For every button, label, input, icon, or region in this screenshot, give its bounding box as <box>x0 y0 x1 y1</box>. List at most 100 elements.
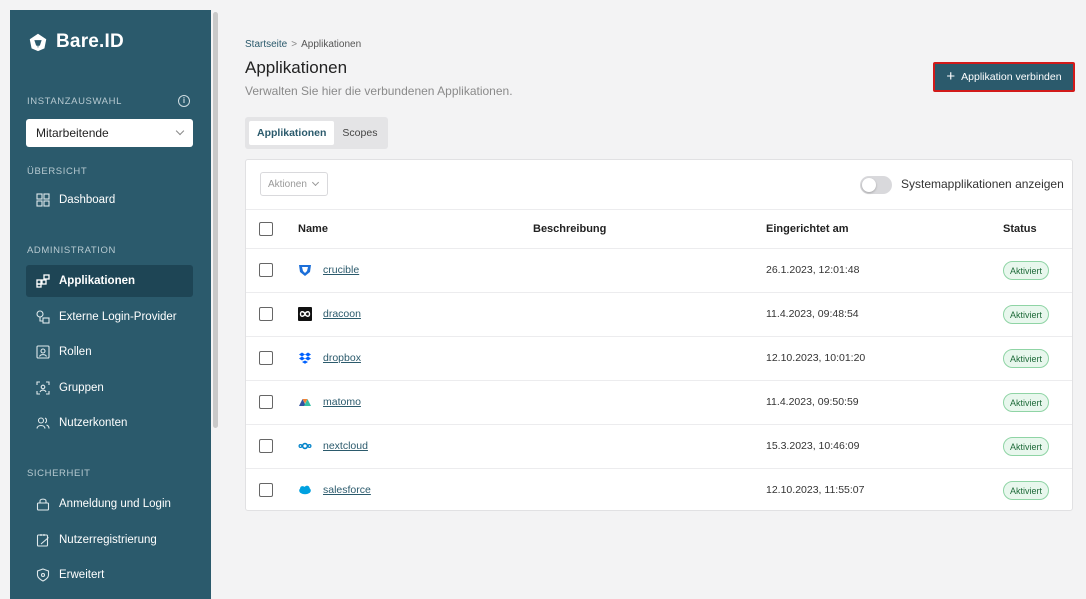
application-name-link[interactable]: matomo <box>323 396 361 408</box>
select-all-checkbox[interactable] <box>259 222 273 236</box>
tab-applications[interactable]: Applikationen <box>249 121 335 145</box>
bare-id-logo-icon <box>29 33 47 52</box>
sidebar-item-applications[interactable]: Applikationen <box>26 265 193 297</box>
section-label-administration: ADMINISTRATION <box>27 245 116 256</box>
column-header-created[interactable]: Eingerichtet am <box>766 223 849 235</box>
status-badge: Aktiviert <box>1003 261 1050 280</box>
plus-icon: + <box>946 68 956 85</box>
application-name-link[interactable]: crucible <box>323 264 359 276</box>
sidebar-item-groups[interactable]: Gruppen <box>26 372 193 404</box>
sidebar-item-roles[interactable]: Rollen <box>26 336 193 368</box>
row-checkbox[interactable] <box>259 439 273 453</box>
status-badge: Aktiviert <box>1003 305 1050 324</box>
chevron-down-icon <box>175 126 185 136</box>
row-checkbox[interactable] <box>259 395 273 409</box>
application-name-link[interactable]: dracoon <box>323 308 361 320</box>
key-icon <box>36 310 50 324</box>
column-header-name[interactable]: Name <box>298 223 328 235</box>
row-checkbox[interactable] <box>259 483 273 497</box>
sidebar-item-user-registration[interactable]: Nutzerregistrierung <box>26 524 193 556</box>
table-header: Name Beschreibung Eingerichtet am Status <box>246 209 1072 249</box>
tab-scopes[interactable]: Scopes <box>334 121 385 145</box>
dracoon-icon <box>298 307 312 321</box>
status-badge: Aktiviert <box>1003 437 1050 456</box>
breadcrumb: Startseite > Applikationen <box>245 39 361 50</box>
breadcrumb-home-link[interactable]: Startseite <box>245 39 287 50</box>
table-row[interactable]: crucible 26.1.2023, 12:01:48 Aktiviert <box>246 249 1072 293</box>
sidebar-scrollbar[interactable] <box>213 12 218 428</box>
sidebar-item-label: Nutzerkonten <box>59 417 128 429</box>
connect-application-label: Applikation verbinden <box>961 71 1062 83</box>
dashboard-icon <box>36 193 50 207</box>
application-name-link[interactable]: dropbox <box>323 352 361 364</box>
application-name-link[interactable]: nextcloud <box>323 440 368 452</box>
roles-icon <box>36 345 50 359</box>
dropbox-icon <box>298 351 312 365</box>
row-checkbox[interactable] <box>259 307 273 321</box>
chevron-down-icon <box>311 178 319 187</box>
breadcrumb-current: Applikationen <box>301 39 362 50</box>
sidebar-item-label: Rollen <box>59 346 92 358</box>
application-created-date: 15.3.2023, 10:46:09 <box>766 440 860 452</box>
sidebar-item-external-login-provider[interactable]: Externe Login-Provider <box>26 301 193 333</box>
tab-bar: Applikationen Scopes <box>245 117 388 149</box>
status-badge: Aktiviert <box>1003 481 1050 500</box>
system-applications-label: Systemapplikationen anzeigen <box>901 177 1064 191</box>
column-header-description[interactable]: Beschreibung <box>533 223 606 235</box>
table-row[interactable]: dracoon 11.4.2023, 09:48:54 Aktiviert <box>246 293 1072 337</box>
page-subtitle: Verwalten Sie hier die verbundenen Appli… <box>245 84 513 98</box>
page-title: Applikationen <box>245 58 348 77</box>
sidebar-item-label: Externe Login-Provider <box>59 311 177 323</box>
system-applications-toggle[interactable] <box>860 176 892 194</box>
sidebar-item-label: Gruppen <box>59 382 104 394</box>
sidebar-item-user-accounts[interactable]: Nutzerkonten <box>26 407 193 439</box>
section-label-overview: ÜBERSICHT <box>27 166 88 177</box>
users-icon <box>36 417 50 429</box>
brand-logo[interactable]: Bare.ID <box>27 30 124 54</box>
application-created-date: 11.4.2023, 09:48:54 <box>766 308 859 320</box>
application-created-date: 12.10.2023, 11:55:07 <box>766 484 865 496</box>
sidebar-item-label: Erweitert <box>59 569 105 581</box>
shield-icon <box>36 568 50 582</box>
application-created-date: 11.4.2023, 09:50:59 <box>766 396 859 408</box>
lock-icon <box>36 498 50 511</box>
application-created-date: 12.10.2023, 10:01:20 <box>766 352 866 364</box>
groups-icon <box>36 381 50 395</box>
sidebar-item-label: Anmeldung und Login <box>59 498 171 510</box>
row-checkbox[interactable] <box>259 351 273 365</box>
matomo-icon <box>298 395 312 409</box>
sidebar-item-advanced[interactable]: Erweitert <box>26 559 193 591</box>
instance-label: INSTANZAUSWAHL <box>27 96 122 107</box>
brand-name: Bare.ID <box>56 31 124 52</box>
section-label-security: SICHERHEIT <box>27 468 91 479</box>
nextcloud-icon <box>298 439 312 453</box>
sidebar-item-label: Nutzerregistrierung <box>59 534 157 546</box>
registration-icon <box>36 534 49 547</box>
row-checkbox[interactable] <box>259 263 273 277</box>
table-row[interactable]: salesforce 12.10.2023, 11:55:07 Aktivier… <box>246 469 1072 513</box>
status-badge: Aktiviert <box>1003 349 1050 368</box>
table-row[interactable]: matomo 11.4.2023, 09:50:59 Aktiviert <box>246 381 1072 425</box>
application-created-date: 26.1.2023, 12:01:48 <box>766 264 860 276</box>
actions-label: Aktionen <box>268 178 307 190</box>
instance-select-value: Mitarbeitende <box>36 126 109 140</box>
instance-select[interactable]: Mitarbeitende <box>26 119 193 147</box>
status-badge: Aktiviert <box>1003 393 1050 412</box>
sidebar: Bare.ID INSTANZAUSWAHL i Mitarbeitende Ü… <box>10 10 211 599</box>
sidebar-item-dashboard[interactable]: Dashboard <box>26 184 193 216</box>
toggle-knob <box>862 178 876 192</box>
applications-icon <box>36 274 50 288</box>
info-icon[interactable]: i <box>178 95 190 107</box>
crucible-icon <box>298 263 312 277</box>
column-header-status[interactable]: Status <box>1003 223 1037 235</box>
salesforce-icon <box>298 483 312 497</box>
actions-dropdown[interactable]: Aktionen <box>260 172 328 196</box>
breadcrumb-separator: > <box>291 39 298 50</box>
sidebar-item-label: Applikationen <box>59 275 136 287</box>
table-row[interactable]: nextcloud 15.3.2023, 10:46:09 Aktiviert <box>246 425 1072 469</box>
sidebar-item-label: Dashboard <box>59 194 116 206</box>
sidebar-item-sign-in-and-login[interactable]: Anmeldung und Login <box>26 488 193 520</box>
connect-application-button[interactable]: + Applikation verbinden <box>933 62 1075 92</box>
table-row[interactable]: dropbox 12.10.2023, 10:01:20 Aktiviert <box>246 337 1072 381</box>
application-name-link[interactable]: salesforce <box>323 484 371 496</box>
